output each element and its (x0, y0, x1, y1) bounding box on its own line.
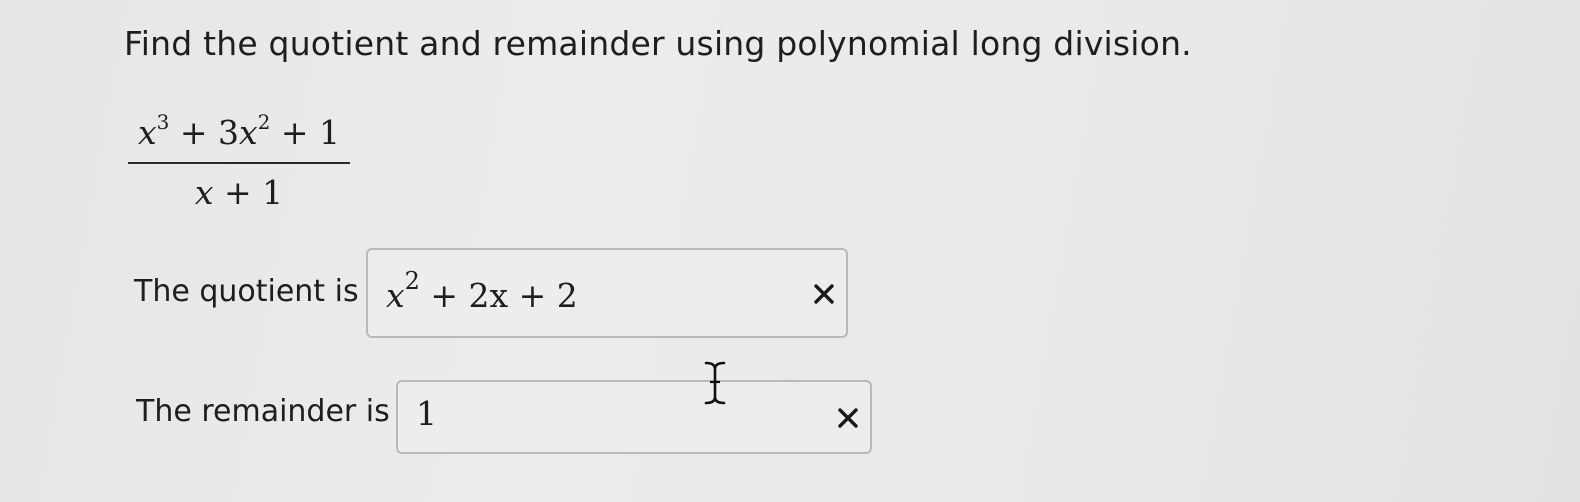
numerator: x3 + 3x2 + 1 (128, 108, 350, 158)
remainder-answer-box[interactable]: 1 (396, 380, 872, 454)
instruction-text: Find the quotient and remainder using po… (124, 24, 1192, 63)
numerator-term-3: 1 (319, 113, 341, 152)
quotient-answer-value: x2 + 2x + 2 (386, 269, 578, 315)
remainder-x-mark-icon (838, 408, 858, 428)
numerator-op-1: + (179, 113, 208, 152)
quotient-x-mark-icon (814, 284, 834, 304)
denominator-op-1: + (223, 173, 252, 212)
quotient-label: The quotient is (134, 274, 359, 309)
quotient-rest: + 2x + 2 (419, 276, 578, 315)
remainder-label: The remainder is (136, 394, 390, 429)
numerator-term-1-var: x (137, 113, 157, 152)
remainder-answer-value: 1 (416, 394, 437, 433)
text-cursor-icon (704, 361, 726, 405)
quotient-exp: 2 (404, 267, 420, 295)
quotient-var: x (386, 276, 405, 315)
denominator: x + 1 (128, 170, 350, 216)
numerator-term-1-exp: 3 (156, 110, 170, 134)
numerator-op-2: + (280, 113, 309, 152)
numerator-term-2-coef: 3 (218, 113, 239, 152)
quotient-answer-box[interactable]: x2 + 2x + 2 (366, 248, 848, 338)
denominator-term-2: 1 (262, 173, 284, 212)
denominator-term-1-var: x (194, 173, 214, 212)
fraction-bar (128, 162, 350, 164)
numerator-term-2-exp: 2 (257, 110, 271, 134)
division-expression: x3 + 3x2 + 1 x + 1 (128, 108, 350, 216)
numerator-term-2-var: x (239, 113, 258, 152)
